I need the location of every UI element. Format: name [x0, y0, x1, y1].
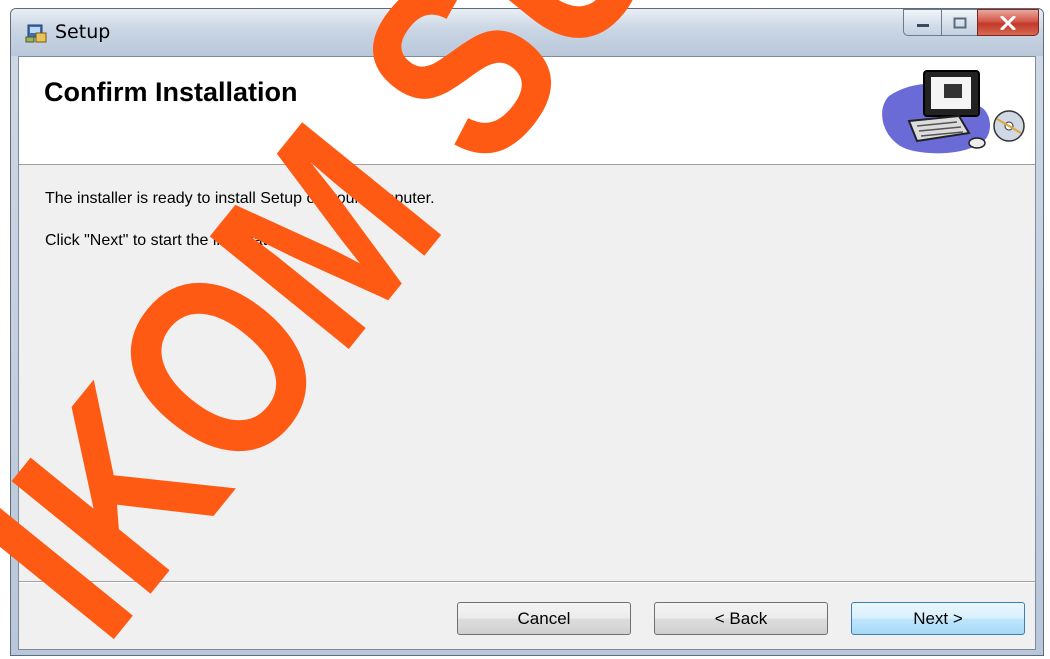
caption-buttons	[903, 9, 1039, 37]
back-button[interactable]: < Back	[654, 602, 828, 635]
minimize-icon	[916, 23, 929, 27]
title-bar[interactable]: Setup	[11, 9, 1043, 56]
computer-setup-icon	[882, 70, 1025, 154]
window-title: Setup	[55, 21, 111, 43]
setup-app-icon	[25, 24, 47, 43]
footer-divider	[19, 581, 1035, 583]
close-icon	[1000, 15, 1016, 30]
minimize-button[interactable]	[903, 9, 941, 36]
close-button[interactable]	[977, 9, 1039, 36]
maximize-icon	[953, 17, 966, 28]
maximize-button[interactable]	[941, 9, 977, 36]
page-title: Confirm Installation	[44, 77, 298, 107]
dialog-header: Confirm Installation	[19, 57, 1035, 165]
cancel-button[interactable]: Cancel	[457, 602, 631, 635]
next-button[interactable]: Next >	[851, 602, 1025, 635]
dialog-client-area: Confirm Installation The installer is re…	[18, 56, 1036, 650]
instruction-message: Click "Next" to start the installation.	[45, 232, 293, 249]
setup-window: Setup Confirm Installation The installer…	[10, 8, 1044, 656]
ready-message: The installer is ready to install Setup …	[45, 190, 435, 207]
